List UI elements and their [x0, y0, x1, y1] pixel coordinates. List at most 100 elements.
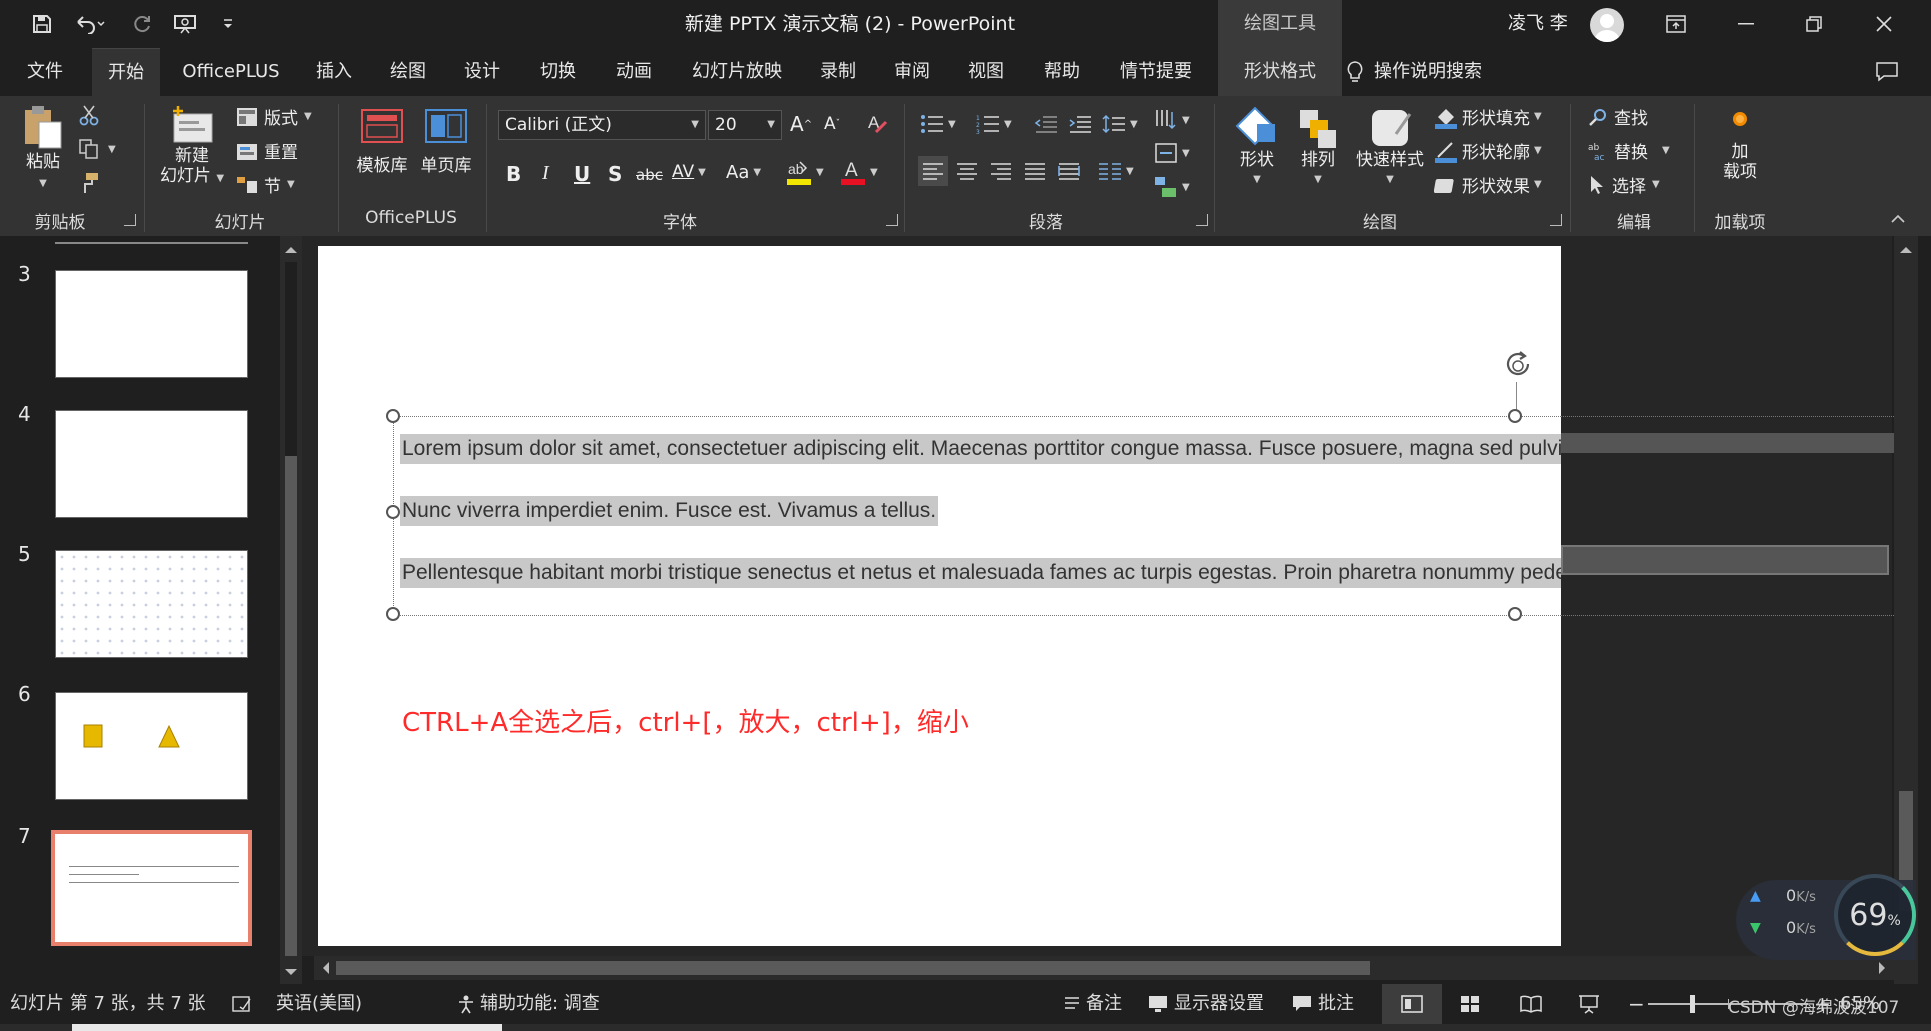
slide-thumbnail-4[interactable] — [55, 410, 248, 518]
font-family-select[interactable]: Calibri (正文) ▼ — [498, 110, 706, 140]
tab-animations[interactable]: 动画 — [606, 48, 662, 96]
slide-count-status[interactable]: 幻灯片 第 7 张，共 7 张 — [10, 984, 206, 1024]
align-right-icon[interactable] — [990, 162, 1012, 180]
tab-review[interactable]: 审阅 — [884, 48, 940, 96]
align-left-icon[interactable] — [918, 156, 948, 186]
slide-thumbnail-3[interactable] — [55, 270, 248, 378]
spell-check-icon[interactable] — [232, 984, 252, 1024]
resize-handle[interactable] — [386, 607, 400, 621]
italic-button[interactable]: I — [542, 162, 549, 185]
user-name[interactable]: 凌飞 李 — [1508, 0, 1568, 48]
align-text-button[interactable]: ▼ — [1154, 142, 1190, 164]
select-button[interactable]: 选择 ▼ — [1588, 172, 1660, 197]
undo-icon[interactable] — [70, 10, 110, 38]
thumbnail-scroll-thumb[interactable] — [285, 456, 297, 956]
save-icon[interactable] — [28, 10, 56, 38]
collapse-ribbon-icon[interactable] — [1890, 214, 1906, 224]
template-library-button[interactable]: 模板库 — [350, 108, 414, 176]
numbering-button[interactable]: 1 2 3 ▼ — [976, 114, 1012, 134]
justify-icon[interactable] — [1024, 162, 1046, 180]
new-slide-button[interactable]: 新建 幻灯片 ▼ — [154, 104, 230, 189]
tab-transitions[interactable]: 切换 — [530, 48, 586, 96]
slide-paragraph-2[interactable]: Nunc viverra imperdiet enim. Fusce est. … — [400, 496, 939, 526]
minimize-icon[interactable] — [1712, 0, 1780, 48]
zoom-out-icon[interactable]: − — [1628, 984, 1645, 1024]
horizontal-scrollbar[interactable] — [314, 956, 1894, 980]
tab-view[interactable]: 视图 — [958, 48, 1014, 96]
align-center-icon[interactable] — [956, 162, 978, 180]
close-icon[interactable] — [1850, 0, 1918, 48]
language-status[interactable]: 英语(美国) — [276, 984, 362, 1024]
slide-paragraph-1[interactable]: Lorem ipsum dolor sit amet, consectetuer… — [400, 434, 1561, 464]
distributed-icon[interactable] — [1058, 162, 1080, 180]
display-settings-button[interactable]: 显示器设置 — [1148, 984, 1264, 1024]
font-size-select[interactable]: 20 ▼ — [708, 110, 782, 140]
resize-handle[interactable] — [1508, 409, 1522, 423]
tab-storyboarding[interactable]: 情节提要 — [1110, 48, 1202, 96]
replace-button[interactable]: ab ac 替换 ▼ — [1588, 138, 1670, 164]
shape-outline-button[interactable]: 形状轮廓 ▼ — [1434, 138, 1542, 163]
character-spacing-button[interactable]: AV ▼ — [672, 162, 706, 182]
comments-icon[interactable] — [1872, 48, 1902, 96]
slide-thumbnail-7[interactable] — [51, 830, 252, 946]
highlight-color-button[interactable]: ab ▼ — [786, 158, 824, 186]
resize-handle[interactable] — [386, 505, 400, 519]
decrease-font-size-icon[interactable]: Aˇ — [824, 114, 840, 134]
paste-button[interactable]: 粘贴 ▼ — [18, 104, 68, 194]
decrease-indent-icon[interactable] — [1034, 114, 1058, 134]
ribbon-display-options-icon[interactable] — [1642, 0, 1710, 48]
columns-button[interactable]: ▼ — [1098, 162, 1134, 180]
present-icon[interactable] — [170, 10, 200, 38]
addins-button[interactable]: 加 载项 — [1710, 104, 1770, 182]
shapes-button[interactable]: 形状 ▼ — [1228, 104, 1286, 190]
clear-formatting-icon[interactable]: A — [866, 110, 888, 134]
find-button[interactable]: 查找 — [1588, 104, 1648, 129]
text-direction-button[interactable]: ▼ — [1154, 108, 1190, 132]
arrange-button[interactable]: 排列 ▼ — [1292, 104, 1344, 190]
quick-styles-button[interactable]: 快速样式 ▼ — [1350, 104, 1430, 190]
slide-paragraph-3[interactable]: Pellentesque habitant morbi tristique se… — [400, 558, 1561, 588]
tell-me-search[interactable]: 操作说明搜索 — [1346, 48, 1516, 96]
tab-home[interactable]: 开始 — [92, 48, 160, 96]
tab-draw[interactable]: 绘图 — [380, 48, 436, 96]
drawing-launcher-icon[interactable] — [1550, 214, 1562, 226]
underline-button[interactable]: U — [574, 162, 590, 186]
tab-help[interactable]: 帮助 — [1034, 48, 1090, 96]
font-color-button[interactable]: A ▼ — [840, 158, 878, 186]
single-page-library-button[interactable]: 单页库 — [414, 108, 478, 176]
change-case-button[interactable]: Aa ▼ — [726, 162, 761, 183]
smartart-button[interactable]: ▼ — [1154, 176, 1190, 198]
font-launcher-icon[interactable] — [886, 214, 898, 226]
memory-gauge[interactable]: 69% — [1834, 874, 1916, 956]
accessibility-status[interactable]: 辅助功能: 调查 — [456, 984, 600, 1024]
tab-file[interactable]: 文件 — [14, 48, 76, 96]
tab-design[interactable]: 设计 — [454, 48, 510, 96]
slide-canvas[interactable]: Lorem ipsum dolor sit amet, consectetuer… — [318, 246, 1561, 946]
horizontal-scroll-thumb[interactable] — [336, 961, 1370, 975]
resize-handle[interactable] — [386, 409, 400, 423]
zoom-slider-thumb[interactable] — [1690, 995, 1695, 1013]
slide-thumbnail-6[interactable] — [55, 692, 248, 800]
reading-view-icon[interactable] — [1520, 984, 1542, 1024]
copy-icon[interactable]: ▼ — [78, 138, 116, 160]
avatar[interactable] — [1590, 8, 1624, 42]
slideshow-view-icon[interactable] — [1578, 984, 1600, 1024]
tab-record[interactable]: 录制 — [810, 48, 866, 96]
line-spacing-button[interactable]: ▼ — [1102, 114, 1138, 134]
section-button[interactable]: 节 ▼ — [236, 172, 295, 197]
shape-effects-button[interactable]: 形状效果 ▼ — [1434, 172, 1542, 197]
bullets-button[interactable]: ▼ — [920, 114, 956, 134]
shape-fill-button[interactable]: 形状填充 ▼ — [1434, 104, 1542, 129]
comments-button[interactable]: 批注 — [1292, 984, 1354, 1024]
rotate-handle-icon[interactable] — [1498, 346, 1538, 386]
thumbnail-scrollbar[interactable] — [280, 236, 302, 984]
notes-button[interactable]: 备注 — [1064, 984, 1122, 1024]
clipboard-launcher-icon[interactable] — [124, 214, 136, 226]
tab-officeplus[interactable]: OfficePLUS — [172, 48, 290, 96]
restore-icon[interactable] — [1780, 0, 1848, 48]
slide-sorter-view-icon[interactable] — [1460, 984, 1480, 1024]
slide-vertical-scrollbar[interactable] — [1894, 236, 1918, 984]
paragraph-launcher-icon[interactable] — [1196, 214, 1208, 226]
cut-icon[interactable] — [78, 104, 100, 126]
redo-icon[interactable] — [128, 10, 156, 38]
